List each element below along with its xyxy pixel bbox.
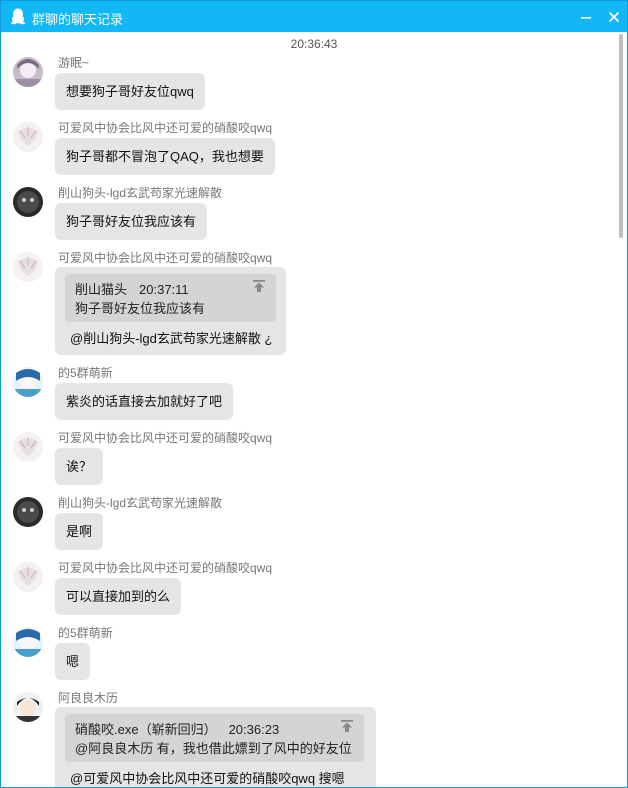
close-button[interactable] bbox=[602, 5, 626, 29]
avatar[interactable] bbox=[13, 252, 43, 282]
avatar[interactable] bbox=[13, 627, 43, 657]
message-bubble[interactable]: 紫炎的话直接去加就好了吧 bbox=[55, 383, 234, 420]
avatar[interactable] bbox=[13, 367, 43, 397]
message-timestamp: 20:36:43 bbox=[290, 37, 338, 51]
avatar[interactable] bbox=[13, 692, 43, 722]
sender-name: 游眠~ bbox=[58, 56, 90, 70]
message-bubble[interactable]: 可以直接加到的么 bbox=[55, 578, 182, 615]
sender-name: 可爱风中协会比风中还可爱的硝酸咬qwq bbox=[58, 561, 273, 575]
minimize-icon bbox=[581, 17, 591, 19]
message-bubble[interactable]: 削山猫头 20:37:11 狗子哥好友位我应该有 @削山狗头-lgd玄武苟家光速解… bbox=[55, 267, 286, 355]
sender-name: 阿良良木历 bbox=[58, 691, 119, 705]
sender-name: 可爱风中协会比风中还可爱的硝酸咬qwq bbox=[58, 431, 273, 445]
quote-text: @阿良良木历 有，我也借此嫖到了风中的好友位 bbox=[75, 741, 352, 756]
message-list[interactable]: 20:36:43 游眠~ 想要狗子哥好友位qwq 可爱风中协会比风中还可爱的硝酸… bbox=[1, 32, 615, 787]
jump-to-top-icon[interactable] bbox=[252, 279, 266, 293]
message-bubble[interactable]: 嗯 bbox=[55, 643, 91, 680]
scrollbar-thumb[interactable] bbox=[619, 34, 623, 238]
window-title: 群聊的聊天记录 bbox=[32, 12, 124, 27]
minimize-button[interactable] bbox=[574, 5, 598, 29]
message-bubble[interactable]: 想要狗子哥好友位qwq bbox=[55, 73, 205, 110]
avatar[interactable] bbox=[13, 57, 43, 87]
message-text: @可爱风中协会比风中还可爱的硝酸咬qwq 搜嗯 bbox=[70, 771, 345, 786]
avatar[interactable] bbox=[13, 497, 43, 527]
sender-name: 可爱风中协会比风中还可爱的硝酸咬qwq bbox=[58, 251, 273, 265]
title-bar[interactable]: 群聊的聊天记录 bbox=[1, 1, 627, 32]
sender-name: 的5群萌新 bbox=[58, 366, 113, 380]
qq-penguin-icon bbox=[11, 8, 25, 25]
quote-author: 硝酸咬.exe（崭新回归） bbox=[75, 722, 217, 737]
quoted-message[interactable]: 削山猫头 20:37:11 狗子哥好友位我应该有 bbox=[65, 274, 276, 322]
message-bubble[interactable]: 是啊 bbox=[55, 513, 104, 550]
quote-text: 狗子哥好友位我应该有 bbox=[75, 301, 206, 316]
avatar[interactable] bbox=[13, 562, 43, 592]
message-bubble[interactable]: 狗子哥都不冒泡了QAQ，我也想要 bbox=[55, 138, 275, 175]
sender-name: 削山狗头-lgd玄武苟家光速解散 bbox=[58, 496, 223, 510]
message-text: @削山狗头-lgd玄武苟家光速解散 ¿ bbox=[70, 331, 273, 346]
chat-history-window: 群聊的聊天记录 20:36:43 游眠~ 想要狗子哥好友位qwq 可爱风中协会比… bbox=[0, 0, 628, 788]
jump-to-top-icon[interactable] bbox=[340, 719, 354, 733]
sender-name: 可爱风中协会比风中还可爱的硝酸咬qwq bbox=[58, 121, 273, 135]
quoted-message[interactable]: 硝酸咬.exe（崭新回归） 20:36:23 @阿良良木历 有，我也借此嫖到了风中… bbox=[65, 714, 364, 762]
avatar[interactable] bbox=[13, 187, 43, 217]
close-icon bbox=[608, 11, 620, 23]
message-bubble[interactable]: 狗子哥好友位我应该有 bbox=[55, 203, 208, 240]
sender-name: 削山狗头-lgd玄武苟家光速解散 bbox=[58, 186, 223, 200]
quote-time: 20:36:23 bbox=[228, 722, 280, 737]
vertical-scrollbar[interactable] bbox=[615, 32, 627, 787]
avatar[interactable] bbox=[13, 432, 43, 462]
quote-author: 削山猫头 bbox=[75, 282, 128, 297]
sender-name: 的5群萌新 bbox=[58, 626, 113, 640]
message-bubble[interactable]: 硝酸咬.exe（崭新回归） 20:36:23 @阿良良木历 有，我也借此嫖到了风中… bbox=[55, 707, 376, 787]
message-bubble[interactable]: 诶？ bbox=[55, 448, 104, 485]
avatar[interactable] bbox=[13, 122, 43, 152]
quote-time: 20:37:11 bbox=[139, 282, 189, 297]
